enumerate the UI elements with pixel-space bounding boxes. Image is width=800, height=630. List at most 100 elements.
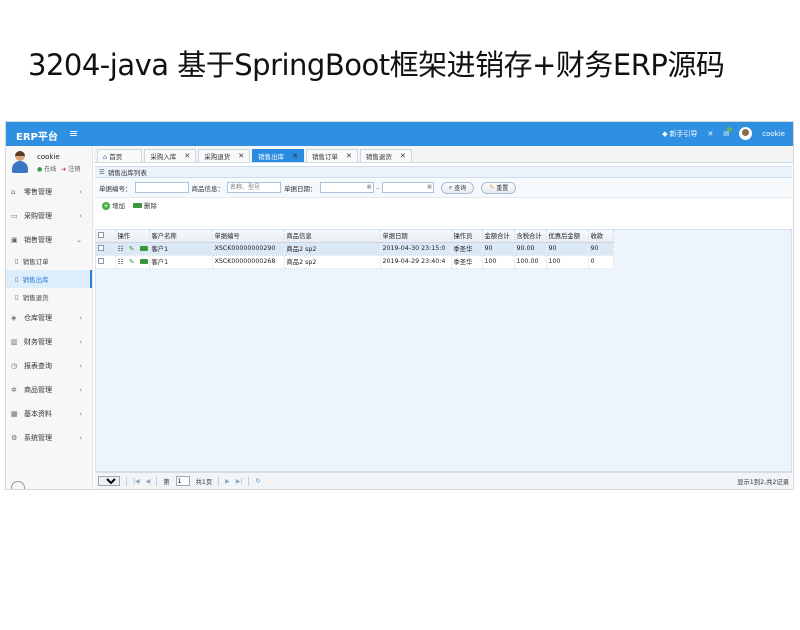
sidebar-item-products[interactable]: ✲ 商品管理 ‹ [6, 378, 92, 402]
clock-icon: ◷ [11, 362, 18, 370]
delete-icon [133, 202, 142, 208]
sidebar-item-finance[interactable]: ▥ 财务管理 ‹ [6, 330, 92, 354]
tab-home[interactable]: ⌂ 首页 [97, 149, 143, 162]
chevron-left-icon: ‹ [79, 338, 82, 346]
bill-no-label: 单据编号： [99, 184, 132, 193]
cell-date: 2019-04-30 23:15:0 [380, 242, 452, 256]
hamburger-menu-icon[interactable]: ≡ [69, 127, 78, 140]
reset-button-label: 重置 [496, 185, 509, 192]
shop-icon: ⌂ [11, 188, 16, 196]
calendar-icon[interactable]: ▦ [427, 184, 432, 190]
detail-list-icon[interactable]: ☷ [118, 258, 124, 266]
tab-purchase-return[interactable]: 采购退货 ✕ [198, 149, 251, 162]
sidebar-item-retail[interactable]: ⌂ 零售管理 ‹ [6, 180, 92, 204]
column-header[interactable]: 单据日期 [380, 230, 452, 243]
refresh-icon[interactable]: ↻ [255, 478, 260, 485]
fullscreen-icon[interactable]: ✕ [708, 130, 714, 138]
sidebar-item-sales[interactable]: ▣ 销售管理 ⌄ [6, 228, 92, 252]
query-button[interactable]: ⌕ 查询 [440, 181, 475, 194]
grid-icon: ▦ [11, 410, 18, 418]
tab-sales-outbound[interactable]: 销售出库 ✕ [252, 149, 305, 162]
sidebar-item-warehouse[interactable]: ◈ 仓库管理 ‹ [6, 306, 92, 330]
table-row[interactable]: ☷ ✎ 客户1 XSCK00000000268 商品2 sp2 2019-04-… [96, 255, 614, 269]
sidebar-item-system[interactable]: ⚙ 系统管理 ‹ [6, 426, 92, 450]
cell-bill-no: XSCK00000000268 [212, 255, 285, 269]
chevron-left-icon: ‹ [79, 314, 82, 322]
row-checkbox[interactable] [96, 242, 116, 256]
row-checkbox[interactable] [96, 255, 116, 269]
top-navbar: ERP平台 ≡ ◆ 新手引导 ✕ ✉ cookie [6, 122, 793, 146]
detail-list-icon[interactable]: ☷ [118, 245, 124, 253]
column-header[interactable]: 单据编号 [212, 230, 285, 243]
sidebar-item-purchase[interactable]: ▭ 采购管理 ‹ [6, 204, 92, 228]
sidebar-footer-icon[interactable] [11, 481, 25, 489]
online-status: 在线 [37, 164, 56, 173]
last-page-icon[interactable]: ▶| [236, 478, 243, 485]
column-header[interactable]: 客户名称 [149, 230, 213, 243]
tab-sales-return[interactable]: 销售退货 ✕ [359, 149, 412, 162]
date-from-input[interactable] [319, 182, 374, 193]
sidebar-subitem-sales-return[interactable]: ▯ 销售退货 [6, 288, 92, 306]
chevron-left-icon: ‹ [79, 212, 82, 220]
edit-pencil-icon[interactable]: ✎ [129, 258, 135, 266]
page-number-input[interactable] [175, 476, 190, 486]
reset-button[interactable]: ✎ 重置 [481, 181, 517, 194]
column-header[interactable]: 操作员 [451, 230, 483, 243]
column-header[interactable]: 金额合计 [482, 230, 515, 243]
message-icon[interactable]: ✉ [723, 126, 733, 138]
notification-dot [727, 126, 733, 132]
date-to-input[interactable] [381, 182, 434, 193]
sidebar-item-basic-data[interactable]: ▦ 基本资料 ‹ [6, 402, 92, 426]
user-avatar-icon[interactable] [739, 127, 753, 140]
page-size-select[interactable]: 15 [98, 476, 120, 486]
prev-page-icon[interactable]: ◀ [146, 478, 151, 485]
date-to-field[interactable]: ▦ [381, 182, 434, 193]
calendar-icon[interactable]: ▦ [367, 184, 372, 190]
pager-divider [156, 476, 158, 486]
tab-sales-order[interactable]: 销售订单 ✕ [306, 149, 358, 162]
chevron-down-icon: ⌄ [76, 236, 82, 244]
close-icon[interactable]: ✕ [400, 152, 406, 160]
cell-product: 商品2 sp2 [284, 242, 381, 256]
guide-link[interactable]: ◆ 新手引导 [662, 129, 697, 139]
cell-operator: 季圣华 [451, 242, 483, 256]
delete-button-label: 删除 [144, 201, 157, 210]
print-icon[interactable] [139, 246, 148, 251]
close-icon[interactable]: ✕ [184, 152, 190, 160]
panel-title: ☰ 销售出库列表 [95, 166, 792, 178]
product-input[interactable] [227, 182, 281, 193]
delete-button[interactable]: 删除 [133, 200, 157, 210]
sidebar-subitem-sales-outbound[interactable]: ▯ 销售出库 [6, 270, 92, 288]
sidebar-item-reports[interactable]: ◷ 报表查询 ‹ [6, 354, 92, 378]
bill-no-input[interactable] [134, 182, 189, 193]
first-page-icon[interactable]: |◀ [133, 478, 140, 485]
sidebar-subitem-sales-order[interactable]: ▯ 销售订单 [6, 252, 92, 270]
tab-bar: ⌂ 首页 采购入库 ✕ 采购退货 ✕ 销售出库 ✕ 销售订单 ✕ 销售退货 ✕ [94, 146, 793, 163]
tab-purchase-inbound[interactable]: 采购入库 ✕ [144, 149, 197, 162]
date-from-field[interactable]: ▦ [319, 182, 374, 193]
cell-operator: 季圣华 [451, 255, 483, 269]
next-page-icon[interactable]: ▶ [225, 478, 230, 485]
close-icon[interactable]: ✕ [238, 152, 244, 160]
main-content: ⌂ 首页 采购入库 ✕ 采购退货 ✕ 销售出库 ✕ 销售订单 ✕ 销售退货 ✕ … [94, 146, 793, 489]
cell-bill-no: XSCK00000000290 [212, 242, 285, 256]
close-icon[interactable]: ✕ [346, 152, 352, 160]
close-icon[interactable]: ✕ [292, 152, 298, 160]
column-header[interactable]: 商品信息 [284, 230, 381, 243]
document-icon: ▯ [15, 293, 19, 301]
column-header[interactable]: 含税合计 [514, 230, 547, 243]
select-all-checkbox[interactable] [96, 230, 116, 243]
print-icon[interactable] [139, 259, 148, 264]
logout-link[interactable]: 注销 [61, 164, 80, 173]
edit-pencil-icon[interactable]: ✎ [129, 245, 135, 253]
pager-divider [218, 476, 220, 486]
navbar-username[interactable]: cookie [762, 130, 785, 138]
brand-logo-text[interactable]: ERP平台 [16, 128, 58, 143]
monitor-icon: ▭ [11, 212, 18, 220]
chevron-left-icon: ‹ [79, 362, 82, 370]
column-header[interactable]: 优惠后金额 [546, 230, 589, 243]
sidebar-item-label: 财务管理 [24, 338, 52, 346]
table-row[interactable]: ☷ ✎ 客户1 XSCK00000000290 商品2 sp2 2019-04-… [96, 242, 614, 256]
add-button[interactable]: + 增加 [102, 200, 125, 210]
column-header[interactable]: 收款 [588, 230, 614, 243]
